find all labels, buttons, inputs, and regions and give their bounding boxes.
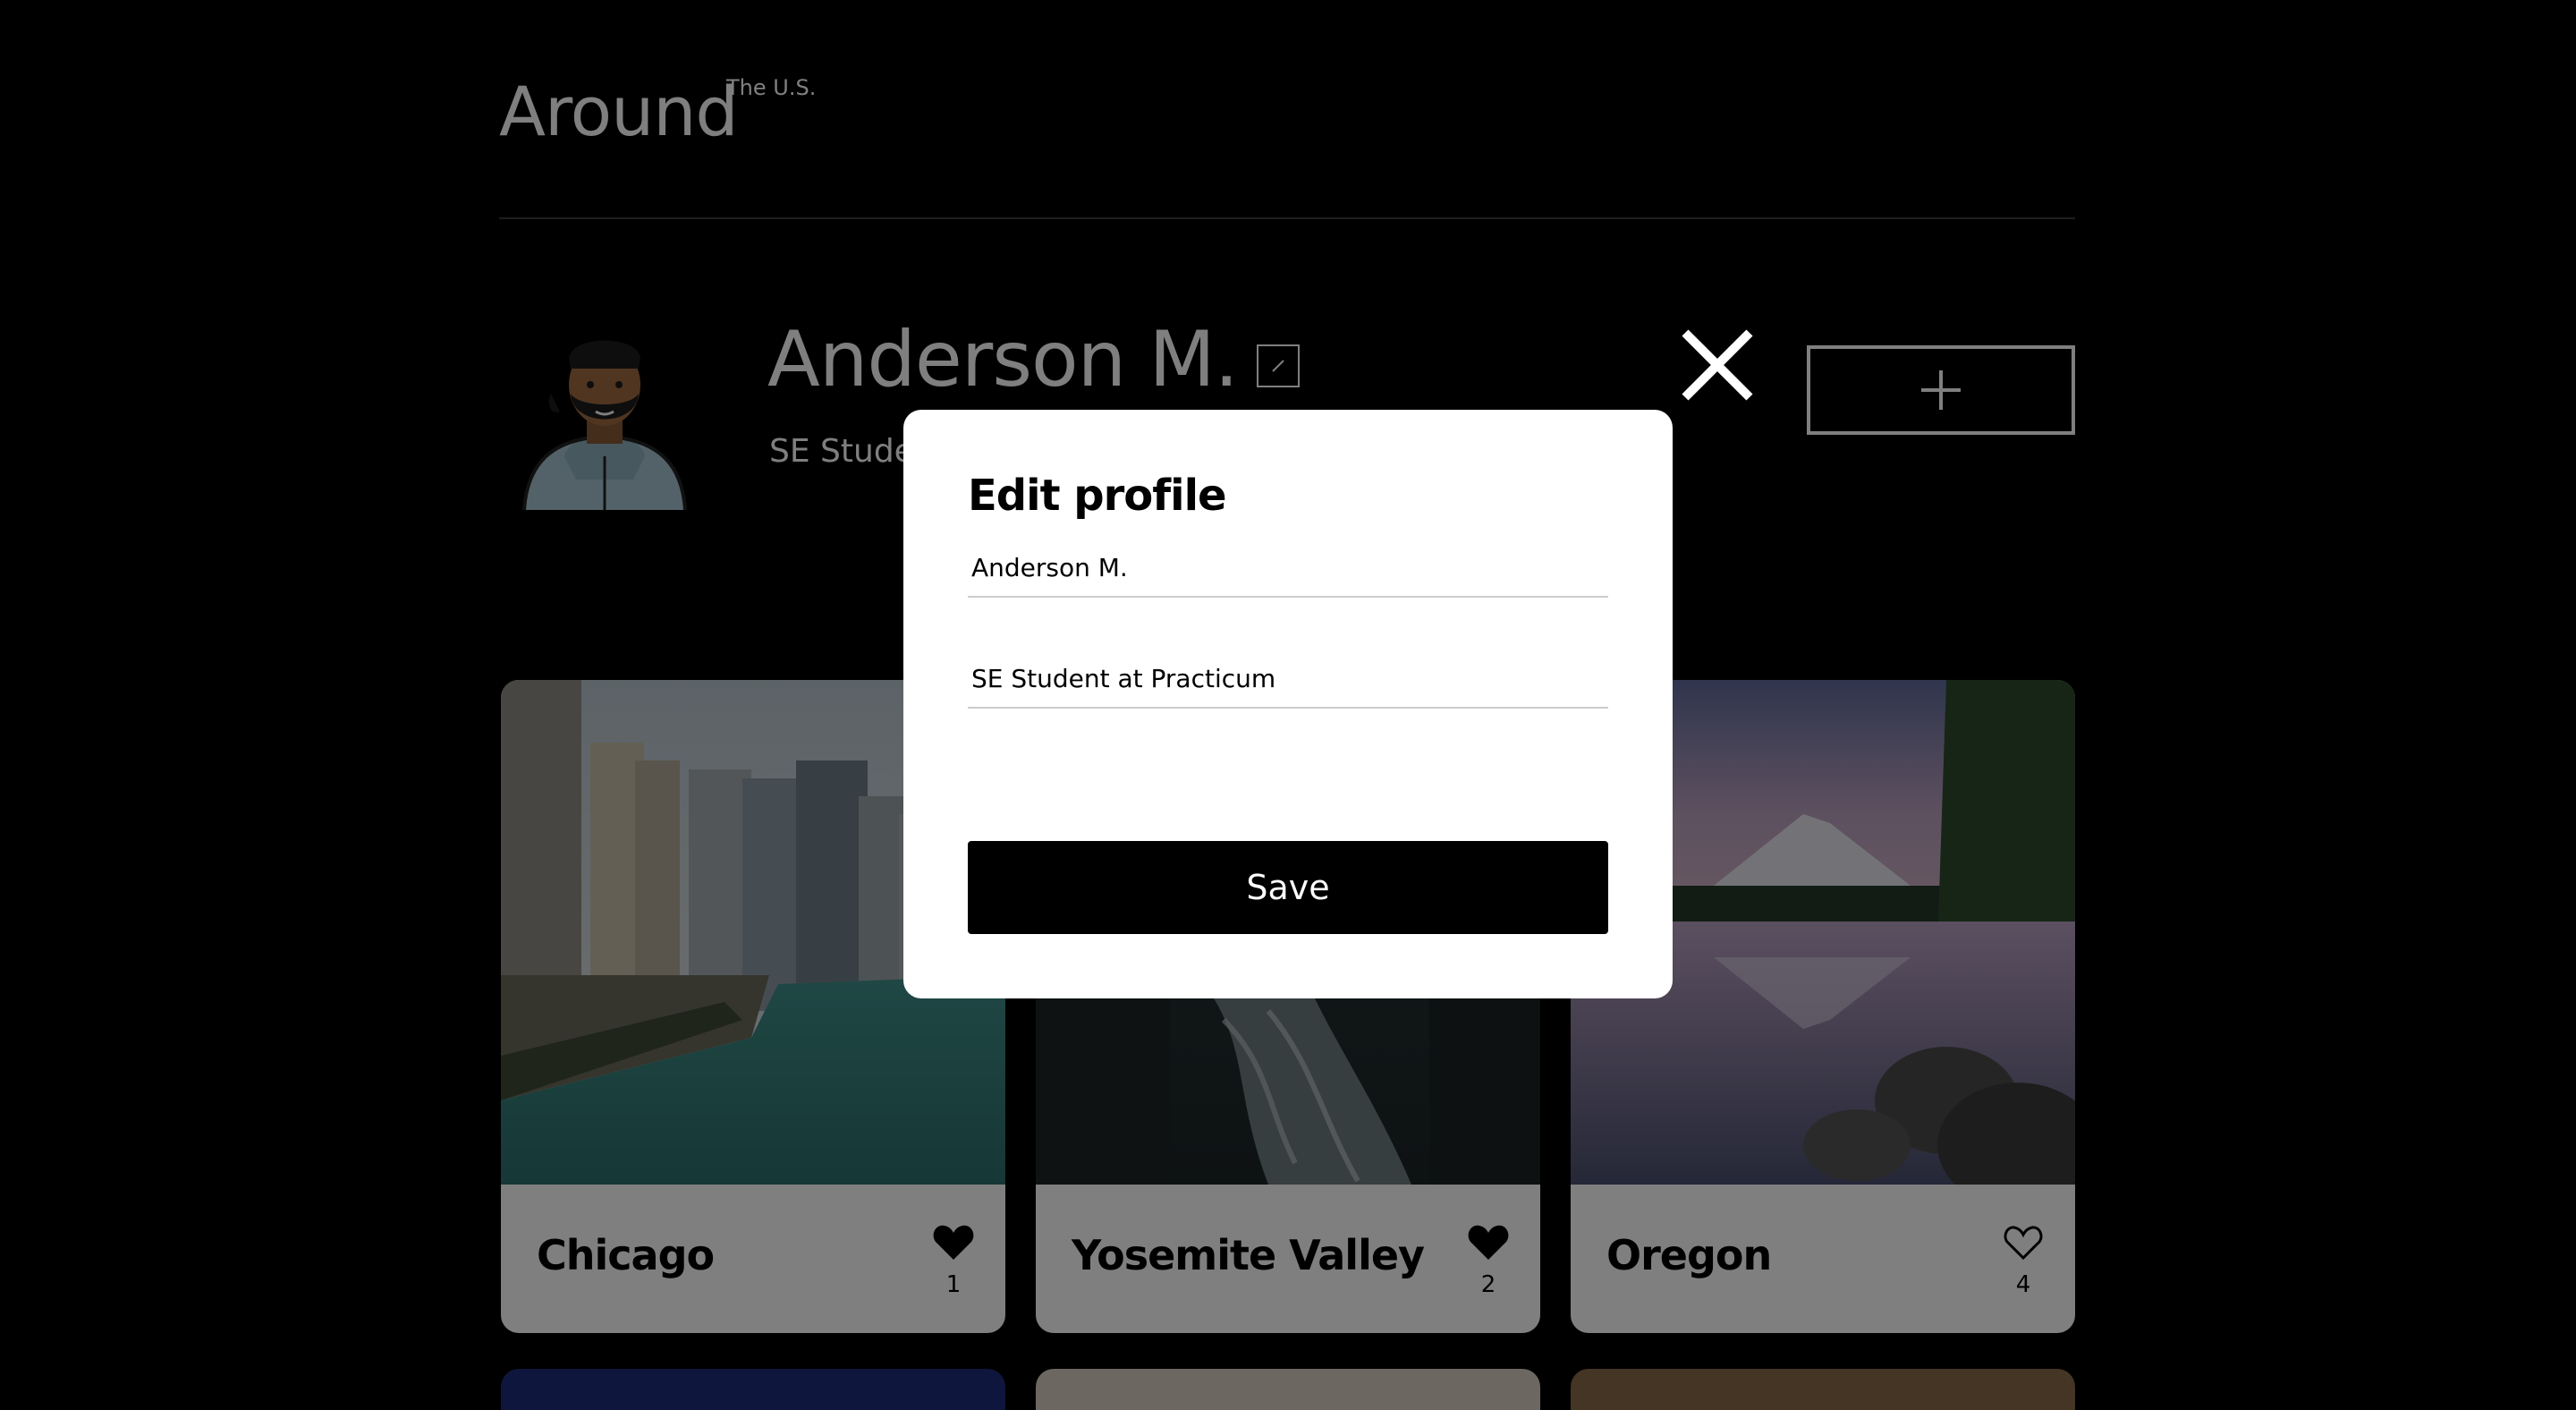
name-input[interactable] bbox=[968, 539, 1608, 598]
about-input[interactable] bbox=[968, 650, 1608, 709]
modal-title: Edit profile bbox=[968, 471, 1227, 521]
page: Around The U.S. Anderson M. SE Student a… bbox=[0, 0, 2576, 1410]
close-modal-button[interactable] bbox=[1680, 327, 1755, 403]
save-button[interactable]: Save bbox=[968, 841, 1608, 934]
edit-profile-modal: Edit profile Save bbox=[903, 410, 1673, 998]
close-icon bbox=[1682, 329, 1753, 401]
